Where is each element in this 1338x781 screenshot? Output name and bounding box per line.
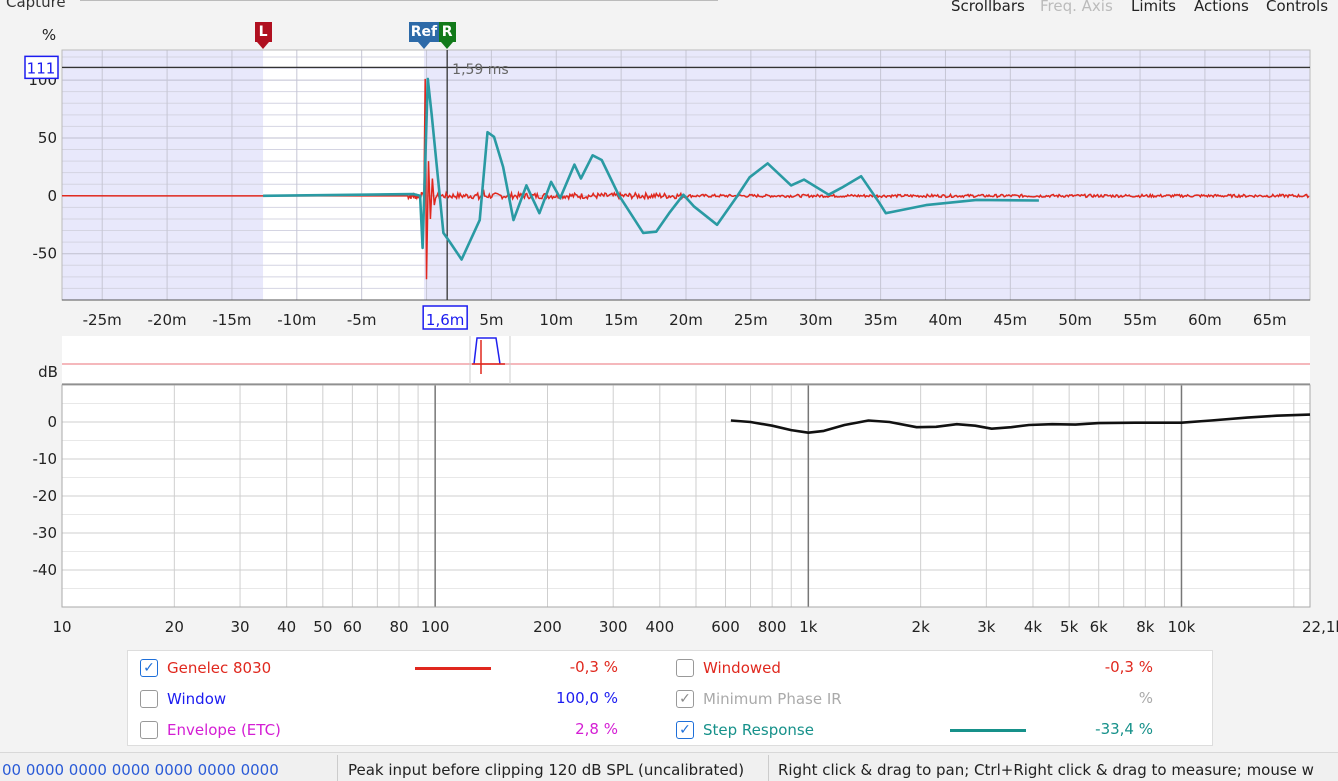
y-tick-label: -30 <box>33 524 58 542</box>
legend-swatch <box>950 729 1026 732</box>
y-tick-label: -40 <box>33 561 58 579</box>
legend-label: Envelope (ETC) <box>167 721 281 739</box>
status-separator <box>768 755 769 781</box>
window-region <box>263 50 424 300</box>
marker-l[interactable]: L <box>254 22 272 42</box>
x-tick-label: 400 <box>646 618 675 636</box>
legend-label: Genelec 8030 <box>167 659 272 677</box>
x-tick-label: 30m <box>799 311 833 329</box>
legend-item-genelec-8030[interactable]: ✓ Genelec 8030 <box>140 653 271 683</box>
legend-value: 100,0 % <box>556 689 618 707</box>
window-strip-background <box>62 336 1310 384</box>
legend-item-windowed[interactable]: Windowed <box>676 653 781 683</box>
marker-r[interactable]: R <box>438 22 456 42</box>
status-separator <box>337 755 338 781</box>
x-tick-label: 300 <box>599 618 628 636</box>
x-tick-label: 35m <box>864 311 898 329</box>
x-tick-label: -20m <box>148 311 187 329</box>
x-tick-label: 22,1kHz <box>1302 618 1338 636</box>
x-tick-label: 100 <box>421 618 450 636</box>
marker-pointer-icon <box>417 42 430 49</box>
cursor-time-label: 1,59 ms <box>452 62 509 78</box>
legend-swatch <box>415 667 491 670</box>
x-tick-label: 60 <box>343 618 362 636</box>
cursor-x-label: 1,6m <box>426 311 464 329</box>
legend-value: -0,3 % <box>1104 658 1153 676</box>
legend-item-minimum-phase-ir[interactable]: ✓ Minimum Phase IR <box>676 684 842 714</box>
x-tick-label: 80 <box>389 618 408 636</box>
legend-checkbox[interactable] <box>676 659 694 677</box>
x-tick-label: 40 <box>277 618 296 636</box>
legend-checkbox[interactable] <box>140 690 158 708</box>
legend-label: Step Response <box>703 721 814 739</box>
status-bar: 00 0000 0000 0000 0000 0000 0000 Peak in… <box>0 752 1338 781</box>
y-tick-label: -50 <box>33 245 58 263</box>
legend-label: Minimum Phase IR <box>703 690 842 708</box>
x-tick-label: 6k <box>1090 618 1109 636</box>
legend-value: -0,3 % <box>569 658 618 676</box>
legend-value: % <box>1138 689 1153 707</box>
x-tick-label: 10k <box>1168 618 1196 636</box>
x-tick-label: -10m <box>277 311 316 329</box>
charts-area[interactable]: %100500-50-25m -20m -15m -10m -5m 5m 10m 15m 20m… <box>0 0 1338 645</box>
legend-value: -33,4 % <box>1095 720 1153 738</box>
x-tick-label: 4k <box>1024 618 1043 636</box>
x-tick-label: 40m <box>929 311 963 329</box>
x-tick-label: 50 <box>313 618 332 636</box>
legend-label: Window <box>167 690 227 708</box>
x-tick-label: 200 <box>533 618 562 636</box>
x-tick-label: -15m <box>212 311 251 329</box>
x-tick-label: 15m <box>604 311 638 329</box>
x-tick-label: 20m <box>669 311 703 329</box>
x-tick-label: 5m <box>479 311 503 329</box>
x-tick-label: 20 <box>165 618 184 636</box>
peak-input-text: Peak input before clipping 120 dB SPL (u… <box>348 761 745 779</box>
x-tick-label: 5k <box>1060 618 1079 636</box>
x-tick-label: 10 <box>52 618 71 636</box>
legend-item-envelope-etc[interactable]: Envelope (ETC) <box>140 715 281 745</box>
marker-ref[interactable]: Ref <box>408 22 439 42</box>
x-tick-label: 60m <box>1188 311 1222 329</box>
x-tick-label: -25m <box>83 311 122 329</box>
x-tick-label: 65m <box>1253 311 1287 329</box>
x-tick-label: 10m <box>539 311 573 329</box>
window-strip-unit-label: dB <box>38 363 58 381</box>
x-tick-label: 25m <box>734 311 768 329</box>
legend-checkbox[interactable]: ✓ <box>676 690 694 708</box>
x-tick-label: 800 <box>758 618 787 636</box>
x-tick-label: 3k <box>977 618 996 636</box>
legend-panel: ✓ Genelec 8030 -0,3 % Window 100,0 % Envelope… <box>127 650 1213 746</box>
x-tick-label: 2k <box>912 618 931 636</box>
x-tick-label: 600 <box>711 618 740 636</box>
x-tick-label: 50m <box>1058 311 1092 329</box>
marker-pointer-icon <box>441 42 454 49</box>
x-tick-label: 8k <box>1136 618 1155 636</box>
legend-item-window[interactable]: Window <box>140 684 226 714</box>
y-tick-label: -10 <box>33 450 58 468</box>
x-tick-label: -5m <box>347 311 377 329</box>
x-tick-label: 55m <box>1123 311 1157 329</box>
legend-value: 2,8 % <box>575 720 618 738</box>
y-tick-label: -20 <box>33 487 58 505</box>
y-axis-unit-label: % <box>42 26 56 44</box>
legend-item-step-response[interactable]: ✓ Step Response <box>676 715 814 745</box>
input-levels: 00 0000 0000 0000 0000 0000 0000 <box>2 761 279 779</box>
legend-checkbox[interactable] <box>140 721 158 739</box>
y-tick-label: 0 <box>47 187 57 205</box>
x-tick-label: 30 <box>230 618 249 636</box>
x-tick-label: 45m <box>993 311 1027 329</box>
x-tick-label: 1k <box>799 618 818 636</box>
y-tick-label: 0 <box>47 413 57 431</box>
legend-label: Windowed <box>703 659 781 677</box>
legend-checkbox[interactable]: ✓ <box>676 721 694 739</box>
legend-checkbox[interactable]: ✓ <box>140 659 158 677</box>
marker-pointer-icon <box>257 42 270 49</box>
hint-text: Right click & drag to pan; Ctrl+Right cl… <box>778 761 1314 779</box>
cursor-y-label: 111 <box>27 59 56 77</box>
y-tick-label: 50 <box>38 129 57 147</box>
